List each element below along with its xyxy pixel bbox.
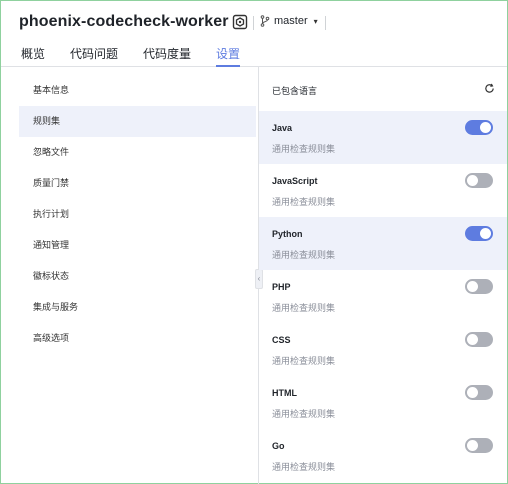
language-toggle-java[interactable] [465,120,493,135]
language-ruleset-desc: 通用检查规则集 [272,144,336,154]
language-row-php: PHP 通用检查规则集 [259,270,507,323]
refresh-icon[interactable] [484,83,495,94]
language-toggle-php[interactable] [465,279,493,294]
language-name: HTML [272,388,297,398]
language-name: Java [272,123,293,133]
sidebar-item-rulesets[interactable]: 规则集 [19,106,256,137]
language-row-javascript: JavaScript 通用检查规则集 [259,164,507,217]
language-name: JavaScript [272,176,318,186]
language-ruleset-desc: 通用检查规则集 [272,409,336,419]
tab-overview[interactable]: 概览 [21,45,45,67]
language-ruleset-desc: 通用检查规则集 [272,197,336,207]
language-name: Python [272,229,303,239]
branch-selector[interactable]: master ▾ [260,15,318,27]
sidebar-item-quality-gate[interactable]: 质量门禁 [19,168,256,199]
sidebar-item-badge-status[interactable]: 徽标状态 [19,261,256,292]
language-row-java: Java 通用检查规则集 [259,111,507,164]
language-name: Go [272,441,285,451]
language-name: CSS [272,335,291,345]
sidebar-item-ignore-files[interactable]: 忽略文件 [19,137,256,168]
language-row-html: HTML 通用检查规则集 [259,376,507,429]
panel-title: 已包含语言 [272,86,318,96]
repo-icon[interactable] [232,14,248,30]
language-ruleset-desc: 通用检查规则集 [272,250,336,260]
language-row-go: Go 通用检查规则集 [259,429,507,482]
branch-name: master [274,15,308,27]
language-toggle-python[interactable] [465,226,493,241]
language-row-python: Python 通用检查规则集 [259,217,507,270]
tab-code-metrics[interactable]: 代码度量 [143,45,191,67]
language-ruleset-desc: 通用检查规则集 [272,303,336,313]
language-toggle-html[interactable] [465,385,493,400]
app-frame: phoenix-codecheck-worker master ▾ 概览 代码问… [0,0,508,484]
language-toggle-javascript[interactable] [465,173,493,188]
settings-sidebar: 基本信息 规则集 忽略文件 质量门禁 执行计划 通知管理 徽标状态 集成与服务 … [19,75,256,354]
sidebar-item-schedule[interactable]: 执行计划 [19,199,256,230]
tab-settings[interactable]: 设置 [216,45,241,67]
sidebar-item-notifications[interactable]: 通知管理 [19,230,256,261]
sidebar-item-basic-info[interactable]: 基本信息 [19,75,256,106]
language-toggle-css[interactable] [465,332,493,347]
panel-header: 已包含语言 [259,67,507,111]
header-separator [253,16,254,30]
tab-code-issues[interactable]: 代码问题 [70,45,118,67]
header-separator [325,16,326,30]
page-header: phoenix-codecheck-worker master ▾ 概览 代码问… [1,1,507,67]
language-ruleset-desc: 通用检查规则集 [272,356,336,366]
branch-icon [260,15,270,27]
language-panel: 已包含语言 Java 通用检查规则集 JavaScript 通用检查规则集 Py… [259,67,507,484]
chevron-down-icon: ▾ [313,16,318,26]
repo-title: phoenix-codecheck-worker [19,13,229,30]
language-row-css: CSS 通用检查规则集 [259,323,507,376]
sidebar-item-advanced[interactable]: 高级选项 [19,323,256,354]
language-name: PHP [272,282,291,292]
language-ruleset-desc: 通用检查规则集 [272,462,336,472]
tab-bar: 概览 代码问题 代码度量 设置 [21,45,265,67]
sidebar-item-integrations[interactable]: 集成与服务 [19,292,256,323]
language-toggle-go[interactable] [465,438,493,453]
